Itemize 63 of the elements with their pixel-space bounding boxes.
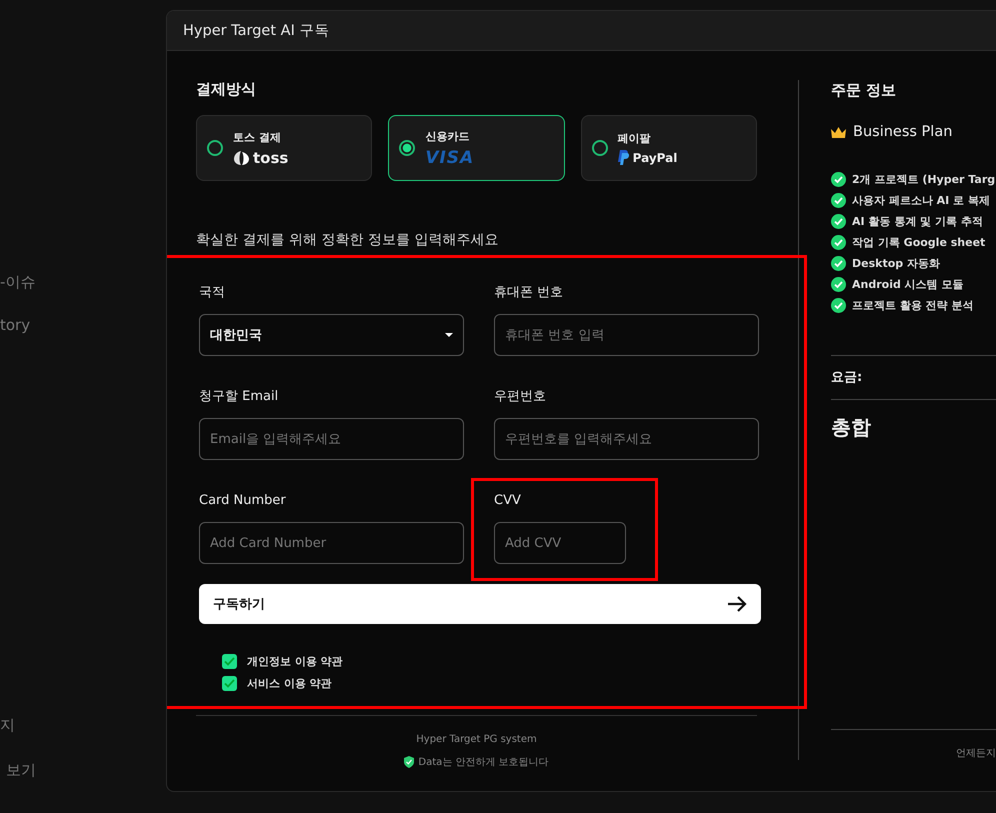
radio-button[interactable] xyxy=(592,140,608,156)
instruction-text: 확실한 결제를 위해 정확한 정보를 입력해주세요 xyxy=(196,231,500,249)
check-circle-icon xyxy=(831,214,846,229)
payment-label: 신용카드 xyxy=(425,128,470,144)
background-text: 지 xyxy=(0,716,15,735)
section-heading: 주문 정보 xyxy=(831,80,898,100)
field-label: 국적 xyxy=(199,284,225,302)
field-label: Card Number xyxy=(199,492,286,510)
checkbox-label: 서비스 이용 약관 xyxy=(247,676,332,691)
radio-button[interactable] xyxy=(207,140,223,156)
feature-text: AI 활동 통계 및 기록 추적 xyxy=(852,214,983,229)
payment-option[interactable]: 토스 결제 toss xyxy=(196,115,372,181)
check-circle-icon xyxy=(831,256,846,271)
feature-text: 사용자 페르소나 AI 로 복제 xyxy=(852,193,990,208)
input-field[interactable]: Add Card Number xyxy=(199,522,464,564)
checkbox[interactable] xyxy=(222,676,237,691)
footer-text: Hyper Target PG system xyxy=(416,734,537,745)
input-field[interactable]: Email을 입력해주세요 xyxy=(199,418,464,460)
security-text: Data는 안전하게 보호됩니다 xyxy=(418,756,549,769)
input-field[interactable]: Add CVV xyxy=(494,522,626,564)
field-label: 휴대폰 번호 xyxy=(494,284,564,302)
caret-icon xyxy=(445,333,453,337)
input-field[interactable]: 휴대폰 번호 입력 xyxy=(494,314,759,356)
country-dropdown[interactable]: 대한민국 xyxy=(199,314,464,356)
dialog-title: Hyper Target AI 구독 xyxy=(183,22,330,40)
feature-text: Android 시스템 모듈 xyxy=(852,277,964,292)
check-circle-icon xyxy=(831,298,846,313)
check-circle-icon xyxy=(831,277,846,292)
toss-logo-icon xyxy=(233,150,250,166)
background-text: tory xyxy=(0,316,30,334)
fee-label: 요금: xyxy=(831,369,864,387)
brand-logo: PayPal xyxy=(632,150,678,164)
plan-name: Business Plan xyxy=(853,124,952,140)
total-label: 총합 xyxy=(831,414,872,441)
feature-text: 프로젝트 활용 전략 분석 xyxy=(852,298,974,313)
field-label: 청구할 Email xyxy=(199,388,278,406)
brand-logo: VISA xyxy=(425,148,474,168)
paypal-logo-icon xyxy=(618,150,630,165)
check-circle-icon xyxy=(831,172,846,187)
background-text: 보기 xyxy=(6,761,36,780)
footer-text: 언제든지 xyxy=(956,747,996,760)
check-circle-icon xyxy=(831,193,846,208)
background-text: -이슈 xyxy=(0,273,36,292)
brand-logo: toss xyxy=(253,148,288,166)
feature-text: Desktop 자동화 xyxy=(852,256,940,271)
checkbox-label: 개인정보 이용 약관 xyxy=(247,654,343,669)
field-label: 우편번호 xyxy=(494,388,546,406)
subscribe-button[interactable]: 구독하기 xyxy=(199,584,761,624)
crown-icon xyxy=(831,126,846,138)
input-field[interactable]: 우편번호를 입력해주세요 xyxy=(494,418,759,460)
payment-label: 토스 결제 xyxy=(233,130,282,144)
field-label: CVV xyxy=(494,492,521,510)
payment-option[interactable]: 신용카드 VISA xyxy=(388,115,565,181)
feature-text: 작업 기록 Google sheet xyxy=(852,235,986,250)
payment-option[interactable]: 페이팔 PayPal xyxy=(580,115,757,181)
feature-text: 2개 프로젝트 (Hyper Targ xyxy=(852,172,996,187)
section-heading: 결제방식 xyxy=(196,79,257,99)
radio-button[interactable] xyxy=(399,140,416,156)
check-circle-icon xyxy=(831,235,846,250)
shield-icon xyxy=(404,756,414,768)
payment-label: 페이팔 xyxy=(618,131,652,146)
checkbox[interactable] xyxy=(222,654,237,669)
arrow-right-icon xyxy=(727,596,747,612)
